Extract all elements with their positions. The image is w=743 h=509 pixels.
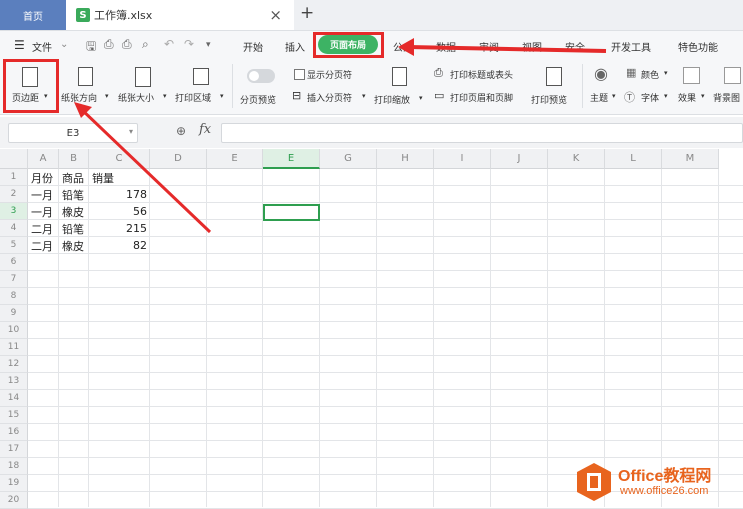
arrow-to-margins: [74, 102, 212, 234]
arrow-line: [407, 45, 607, 53]
arrowhead: [398, 38, 414, 56]
office-logo-icon: [577, 463, 611, 501]
arrow-line: [78, 106, 212, 234]
annotation-arrows: [74, 38, 607, 234]
arrow-to-page-layout: [398, 38, 607, 56]
watermark: Office教程网 www.office26.com: [576, 459, 742, 505]
watermark-url: www.office26.com: [620, 485, 709, 497]
watermark-brand: Office教程网: [618, 468, 712, 485]
